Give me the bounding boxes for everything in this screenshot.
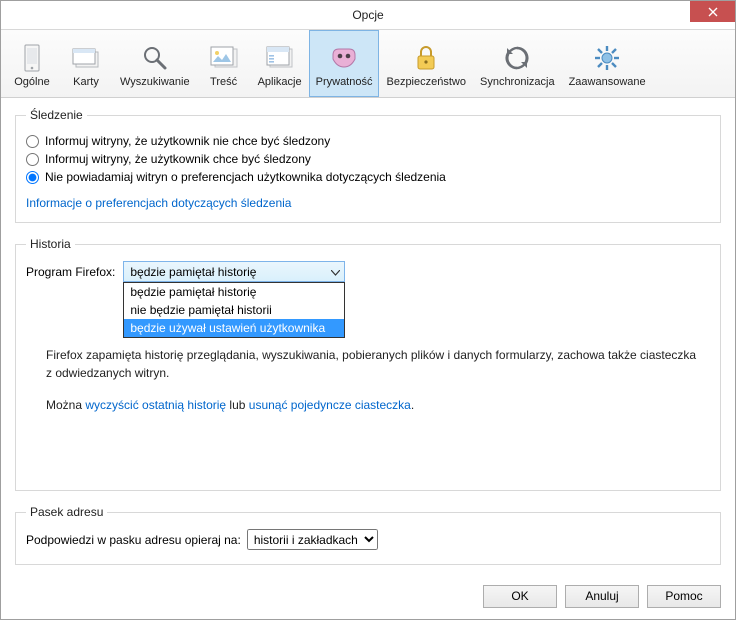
remove-cookies-link[interactable]: usunąć pojedyncze ciasteczka bbox=[249, 398, 411, 412]
history-legend: Historia bbox=[26, 237, 75, 251]
history-program-label: Program Firefox: bbox=[26, 265, 115, 279]
history-mode-option-never[interactable]: nie będzie pamiętał historii bbox=[124, 301, 344, 319]
privacy-icon bbox=[328, 42, 360, 74]
category-toolbar: Ogólne Karty Wyszukiwanie Treść Aplikacj… bbox=[1, 30, 735, 98]
history-group: Historia Program Firefox: będzie pamięta… bbox=[15, 237, 721, 491]
tracking-radio-no-pref[interactable]: Nie powiadamiaj witryn o preferencjach u… bbox=[26, 170, 710, 184]
gear-icon bbox=[591, 42, 623, 74]
addressbar-group: Pasek adresu Podpowiedzi w pasku adresu … bbox=[15, 505, 721, 565]
applications-icon bbox=[264, 42, 296, 74]
tab-general[interactable]: Ogólne bbox=[5, 30, 59, 97]
tracking-radio-2-input[interactable] bbox=[26, 153, 39, 166]
tracking-info-link[interactable]: Informacje o preferencjach dotyczących ś… bbox=[26, 196, 291, 210]
content-icon bbox=[208, 42, 240, 74]
window-title: Opcje bbox=[1, 8, 735, 22]
tracking-legend: Śledzenie bbox=[26, 108, 87, 122]
dialog-footer: OK Anuluj Pomoc bbox=[1, 571, 735, 621]
general-icon bbox=[16, 42, 48, 74]
tab-security[interactable]: Bezpieczeństwo bbox=[379, 30, 473, 97]
tracking-radio-1-input[interactable] bbox=[26, 135, 39, 148]
history-mode-combo[interactable]: będzie pamiętał historię będzie pamiętał… bbox=[123, 261, 345, 282]
addressbar-suggest-label: Podpowiedzi w pasku adresu opieraj na: bbox=[26, 533, 241, 547]
tab-advanced[interactable]: Zaawansowane bbox=[562, 30, 653, 97]
tab-privacy[interactable]: Prywatność bbox=[309, 30, 380, 97]
clear-history-link[interactable]: wyczyścić ostatnią historię bbox=[85, 398, 226, 412]
addressbar-legend: Pasek adresu bbox=[26, 505, 107, 519]
ok-button[interactable]: OK bbox=[483, 585, 557, 608]
search-icon bbox=[139, 42, 171, 74]
tracking-radio-3-input[interactable] bbox=[26, 171, 39, 184]
sync-icon bbox=[501, 42, 533, 74]
titlebar: Opcje bbox=[1, 1, 735, 30]
close-icon bbox=[708, 7, 718, 17]
tracking-radio-no-track[interactable]: Informuj witryny, że użytkownik nie chce… bbox=[26, 134, 710, 148]
history-mode-option-remember[interactable]: będzie pamiętał historię bbox=[124, 283, 344, 301]
history-mode-dropdown: będzie pamiętał historię nie będzie pami… bbox=[123, 282, 345, 338]
tab-content[interactable]: Treść bbox=[197, 30, 251, 97]
tab-applications[interactable]: Aplikacje bbox=[251, 30, 309, 97]
security-icon bbox=[410, 42, 442, 74]
cancel-button[interactable]: Anuluj bbox=[565, 585, 639, 608]
tab-tabs[interactable]: Karty bbox=[59, 30, 113, 97]
history-mode-display[interactable]: będzie pamiętał historię bbox=[123, 261, 345, 282]
chevron-down-icon bbox=[331, 265, 340, 279]
tracking-group: Śledzenie Informuj witryny, że użytkowni… bbox=[15, 108, 721, 223]
close-button[interactable] bbox=[690, 1, 735, 22]
tabs-icon bbox=[70, 42, 102, 74]
addressbar-suggest-select[interactable]: historii i zakładkach bbox=[247, 529, 378, 550]
help-button[interactable]: Pomoc bbox=[647, 585, 721, 608]
history-links-row: Można wyczyścić ostatnią historię lub us… bbox=[46, 398, 710, 412]
content-pane: Śledzenie Informuj witryny, że użytkowni… bbox=[1, 98, 735, 571]
tab-sync[interactable]: Synchronizacja bbox=[473, 30, 562, 97]
history-mode-option-custom[interactable]: będzie używał ustawień użytkownika bbox=[124, 319, 344, 337]
history-description: Firefox zapamięta historię przeglądania,… bbox=[46, 346, 710, 382]
tab-search[interactable]: Wyszukiwanie bbox=[113, 30, 197, 97]
tracking-radio-do-track[interactable]: Informuj witryny, że użytkownik chce być… bbox=[26, 152, 710, 166]
